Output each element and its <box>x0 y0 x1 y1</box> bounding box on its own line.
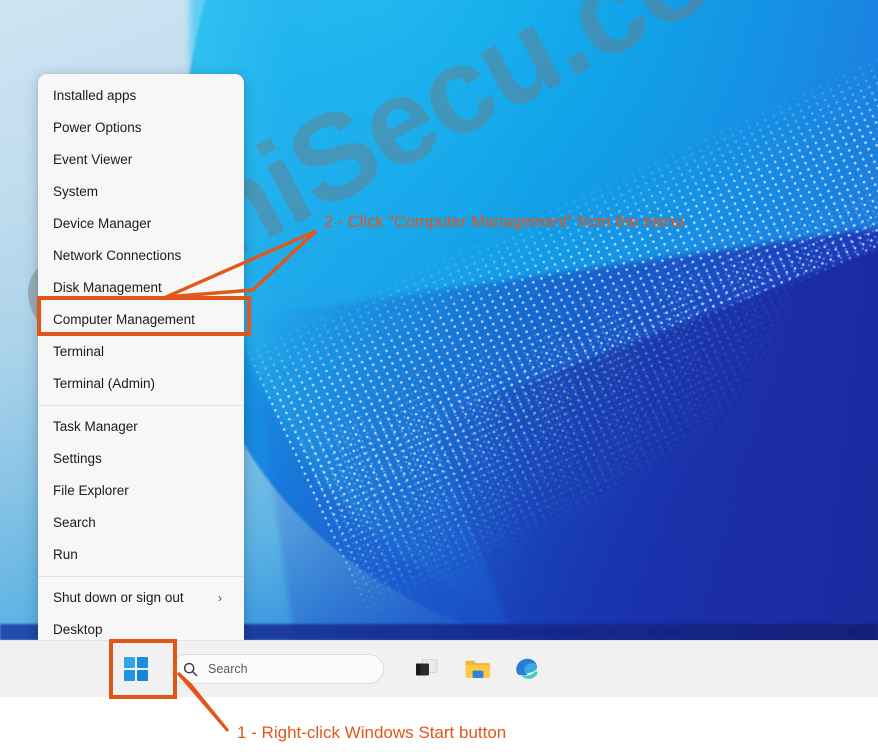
menu-item-settings[interactable]: Settings <box>38 443 244 475</box>
menu-item-device-manager[interactable]: Device Manager <box>38 208 244 240</box>
menu-item-label: Settings <box>53 451 102 466</box>
menu-item-system[interactable]: System <box>38 176 244 208</box>
menu-item-computer-management[interactable]: Computer Management <box>38 304 244 336</box>
menu-item-label: Event Viewer <box>53 152 133 167</box>
menu-item-task-manager[interactable]: Task Manager <box>38 411 244 443</box>
menu-separator <box>38 405 244 406</box>
windows-logo-square-top-left <box>124 657 135 668</box>
menu-separator <box>38 576 244 577</box>
menu-item-search[interactable]: Search <box>38 507 244 539</box>
menu-item-label: Network Connections <box>53 248 182 263</box>
menu-item-label: Run <box>53 547 78 562</box>
win-x-power-user-menu[interactable]: Installed apps Power Options Event Viewer S… <box>38 74 244 652</box>
windows-logo-square-bottom-left <box>124 670 135 681</box>
menu-item-file-explorer[interactable]: File Explorer <box>38 475 244 507</box>
menu-item-label: Task Manager <box>53 419 138 434</box>
menu-item-label: File Explorer <box>53 483 129 498</box>
menu-item-label: System <box>53 184 99 199</box>
menu-item-label: Terminal <box>53 344 105 359</box>
task-view-icon[interactable] <box>413 655 441 683</box>
menu-item-disk-management[interactable]: Disk Management <box>38 272 244 304</box>
menu-item-terminal-admin[interactable]: Terminal (Admin) <box>38 368 244 400</box>
search-icon <box>183 662 198 677</box>
menu-item-event-viewer[interactable]: Event Viewer <box>38 144 244 176</box>
taskbar-search-box[interactable]: Search <box>171 654 384 684</box>
menu-item-label: Installed apps <box>53 88 137 103</box>
menu-item-terminal[interactable]: Terminal <box>38 336 244 368</box>
chevron-right-icon: › <box>218 591 222 605</box>
menu-item-network-connections[interactable]: Network Connections <box>38 240 244 272</box>
menu-item-label: Power Options <box>53 120 142 135</box>
menu-item-label: Computer Management <box>53 312 195 327</box>
windows-logo-square-top-right <box>137 657 148 668</box>
windows-logo-square-bottom-right <box>137 670 148 681</box>
menu-item-run[interactable]: Run <box>38 539 244 571</box>
menu-item-label: Disk Management <box>53 280 162 295</box>
file-explorer-icon[interactable] <box>463 655 491 683</box>
menu-item-label: Terminal (Admin) <box>53 376 156 391</box>
menu-item-label: Device Manager <box>53 216 152 231</box>
menu-item-power-options[interactable]: Power Options <box>38 112 244 144</box>
menu-item-label: Search <box>53 515 96 530</box>
menu-item-shut-down-or-sign-out[interactable]: Shut down or sign out › <box>38 582 244 614</box>
menu-item-installed-apps[interactable]: Installed apps <box>38 80 244 112</box>
annotation-step-1-text: 1 - Right-click Windows Start button <box>237 723 507 742</box>
search-placeholder: Search <box>208 662 248 676</box>
screenshot-root: OmniSecu.com Installed apps Power Options… <box>0 0 878 752</box>
microsoft-edge-icon[interactable] <box>513 655 541 683</box>
annotation-step-2-text: 2 - Click "Computer Management" from the… <box>324 213 685 231</box>
taskbar: Search <box>0 640 878 697</box>
start-button[interactable] <box>124 657 148 681</box>
menu-item-label: Shut down or sign out <box>53 590 184 605</box>
